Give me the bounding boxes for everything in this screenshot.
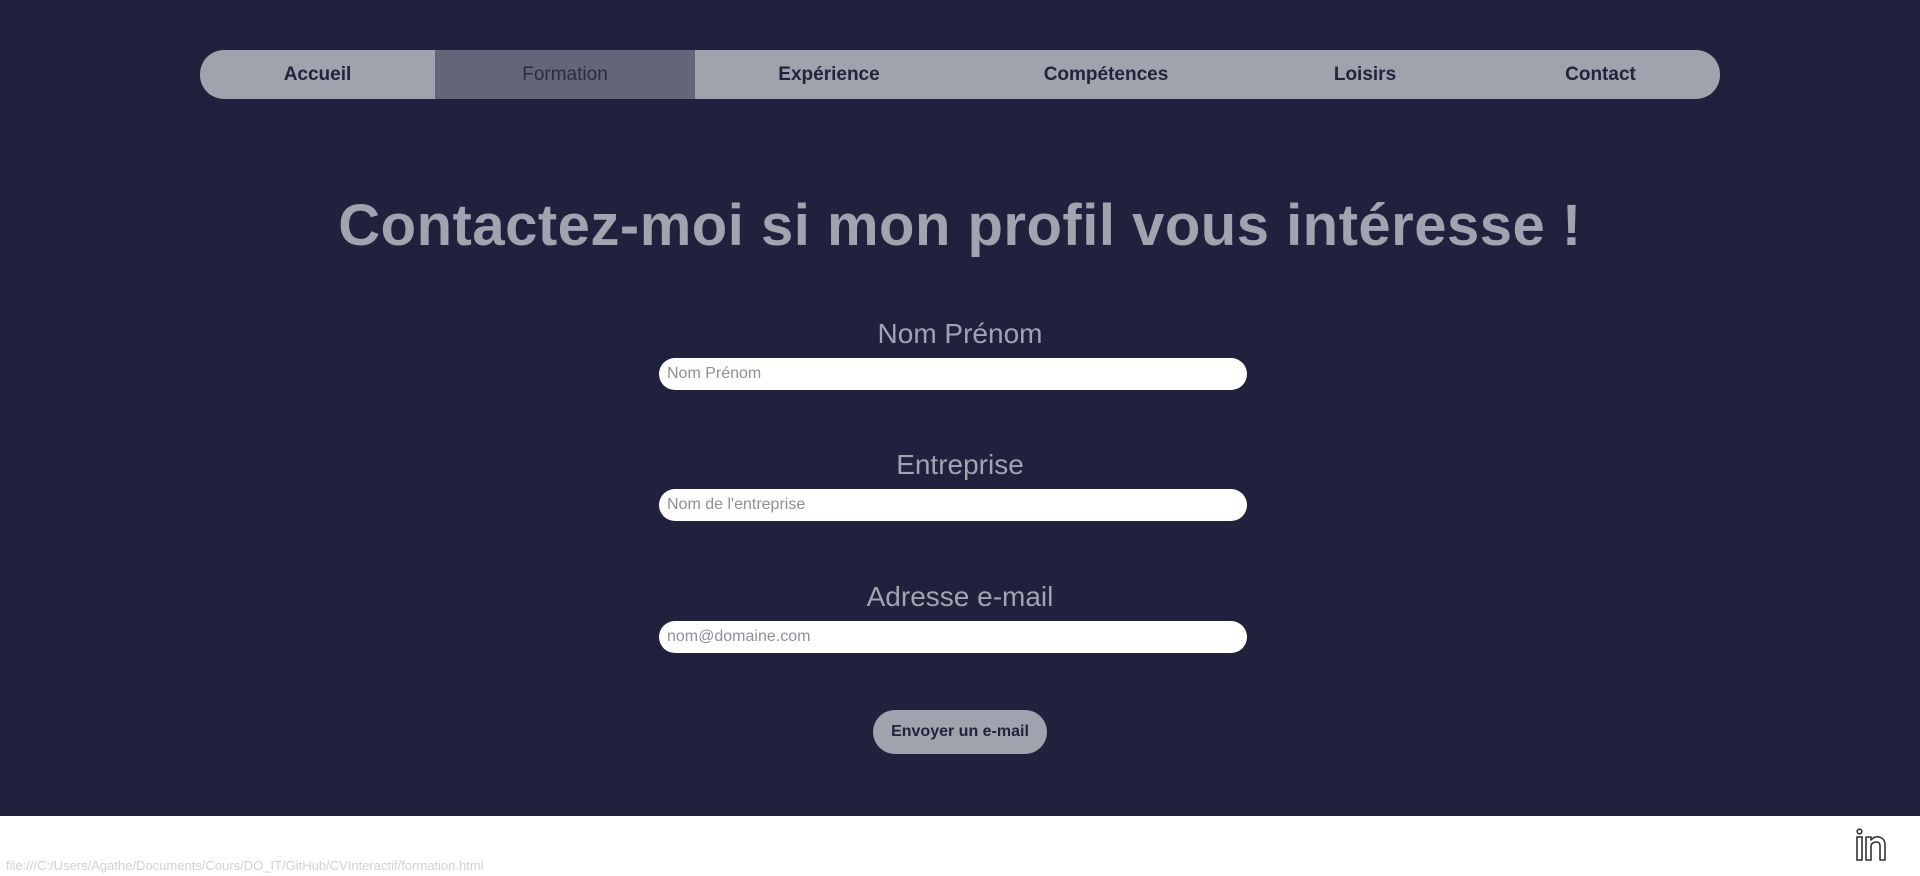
linkedin-icon[interactable] [1854,828,1888,862]
company-input[interactable] [659,489,1247,521]
nav-item-loisirs[interactable]: Loisirs [1249,50,1481,99]
company-label: Entreprise [896,449,1024,480]
page-main: Accueil Formation Expérience Compétences… [0,0,1920,816]
status-bar-url: file:///C:/Users/Agathe/Documents/Cours/… [6,858,484,873]
email-input[interactable] [659,621,1247,653]
name-label: Nom Prénom [877,318,1043,349]
nav-item-competences[interactable]: Compétences [963,50,1249,99]
nav-item-experience[interactable]: Expérience [695,50,963,99]
nav-item-contact[interactable]: Contact [1481,50,1720,99]
email-label: Adresse e-mail [866,581,1054,612]
nav-item-formation[interactable]: Formation [435,50,695,99]
name-input[interactable] [659,358,1247,390]
main-nav: Accueil Formation Expérience Compétences… [200,50,1720,99]
nav-item-accueil[interactable]: Accueil [200,50,435,99]
send-email-button[interactable]: Envoyer un e-mail [873,710,1047,754]
page-title: Contactez-moi si mon profil vous intéres… [338,193,1582,258]
